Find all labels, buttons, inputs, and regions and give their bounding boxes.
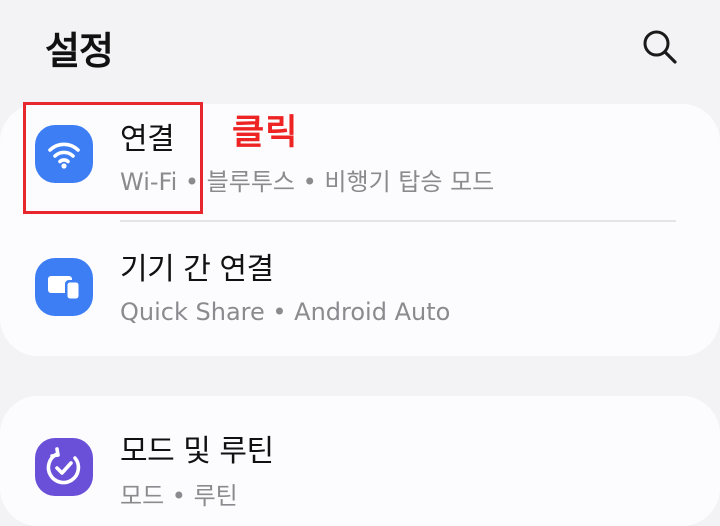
settings-item-subtitle: Quick Share • Android Auto xyxy=(120,298,451,326)
settings-item-title: 기기 간 연결 xyxy=(120,252,274,287)
settings-group-2: 모드 및 루틴 모드 • 루틴 xyxy=(0,396,720,526)
device-connection-icon xyxy=(35,258,93,316)
divider xyxy=(120,220,676,222)
settings-item-modes-routines[interactable]: 모드 및 루틴 모드 • 루틴 xyxy=(0,396,720,516)
settings-item-subtitle: 모드 • 루틴 xyxy=(120,482,238,510)
settings-item-connected-devices[interactable]: 기기 간 연결 Quick Share • Android Auto xyxy=(0,232,720,352)
page-title: 설정 xyxy=(45,29,114,73)
search-button[interactable] xyxy=(638,24,682,68)
app-header: 설정 xyxy=(0,0,720,95)
click-annotation-label: 클릭 xyxy=(232,113,299,153)
settings-item-title: 모드 및 루틴 xyxy=(120,434,274,469)
click-highlight-box xyxy=(23,102,203,214)
search-icon xyxy=(643,30,677,64)
modes-routines-icon xyxy=(35,438,93,496)
